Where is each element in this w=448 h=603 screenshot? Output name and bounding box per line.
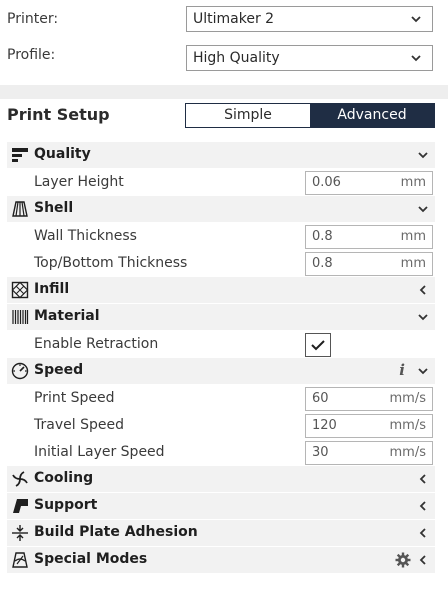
- mode-toggle: Simple Advanced: [185, 103, 435, 128]
- printer-profile-panel: Printer: Ultimaker 2 Profile: High Quali…: [0, 0, 448, 85]
- category-support[interactable]: Support: [7, 493, 435, 520]
- checkmark-icon: [311, 340, 325, 351]
- input-unit: mm/s: [389, 418, 426, 433]
- gear-icon[interactable]: [395, 552, 411, 568]
- category-infill[interactable]: Infill: [7, 277, 435, 304]
- settings-list: Quality Layer Height 0.06 mm Shell Wall …: [7, 142, 435, 574]
- chevron-down-icon: [411, 55, 421, 62]
- input-unit: mm: [400, 175, 426, 190]
- chevron-down-icon[interactable]: [417, 365, 429, 377]
- setting-label: Layer Height: [34, 174, 124, 190]
- category-material[interactable]: Material: [7, 304, 435, 331]
- travel-speed-input[interactable]: 120 mm/s: [305, 414, 433, 438]
- mode-advanced-button[interactable]: Advanced: [310, 104, 434, 127]
- special-modes-icon: [12, 552, 28, 568]
- category-label: Speed: [34, 362, 84, 378]
- category-special-modes[interactable]: Special Modes: [7, 547, 435, 574]
- print-speed-input[interactable]: 60 mm/s: [305, 387, 433, 411]
- setting-enable-retraction: Enable Retraction: [7, 331, 435, 358]
- printer-label: Printer:: [7, 11, 59, 27]
- setting-initial-layer-speed: Initial Layer Speed 30 mm/s: [7, 439, 435, 466]
- category-label: Support: [34, 497, 98, 513]
- initial-layer-speed-input[interactable]: 30 mm/s: [305, 441, 433, 465]
- category-label: Infill: [34, 281, 70, 297]
- printer-select[interactable]: Ultimaker 2: [186, 6, 433, 32]
- category-label: Cooling: [34, 470, 94, 486]
- setting-wall-thickness: Wall Thickness 0.8 mm: [7, 223, 435, 250]
- input-value: 30: [312, 445, 329, 460]
- category-cooling[interactable]: Cooling: [7, 466, 435, 493]
- chevron-left-icon[interactable]: [417, 473, 429, 485]
- input-unit: mm/s: [389, 391, 426, 406]
- category-label: Shell: [34, 200, 74, 216]
- chevron-down-icon[interactable]: [417, 311, 429, 323]
- profile-label: Profile:: [7, 47, 56, 63]
- speed-icon: [11, 362, 29, 380]
- input-value: 0.8: [312, 229, 333, 244]
- input-value: 120: [312, 418, 337, 433]
- separator: [0, 85, 448, 99]
- adhesion-icon: [12, 525, 28, 541]
- shell-icon: [12, 201, 28, 217]
- setting-travel-speed: Travel Speed 120 mm/s: [7, 412, 435, 439]
- setting-label: Enable Retraction: [34, 336, 159, 352]
- layer-height-input[interactable]: 0.06 mm: [305, 171, 433, 195]
- category-build-plate-adhesion[interactable]: Build Plate Adhesion: [7, 520, 435, 547]
- info-icon[interactable]: i: [399, 361, 405, 379]
- category-speed[interactable]: Speed i: [7, 358, 435, 385]
- chevron-down-icon: [411, 16, 421, 23]
- chevron-left-icon[interactable]: [417, 527, 429, 539]
- support-icon: [13, 499, 28, 513]
- setting-label: Top/Bottom Thickness: [34, 255, 188, 271]
- enable-retraction-checkbox[interactable]: [305, 333, 331, 357]
- mode-simple-button[interactable]: Simple: [186, 104, 310, 127]
- setting-label: Initial Layer Speed: [34, 444, 165, 460]
- input-unit: mm: [400, 229, 426, 244]
- input-value: 0.06: [312, 175, 341, 190]
- profile-select-value: High Quality: [193, 50, 280, 66]
- setting-label: Print Speed: [34, 390, 115, 406]
- setting-label: Wall Thickness: [34, 228, 137, 244]
- category-shell[interactable]: Shell: [7, 196, 435, 223]
- category-label: Quality: [34, 146, 91, 162]
- print-setup-title: Print Setup: [7, 105, 110, 124]
- quality-icon: [12, 148, 28, 162]
- setting-top-bottom-thickness: Top/Bottom Thickness 0.8 mm: [7, 250, 435, 277]
- wall-thickness-input[interactable]: 0.8 mm: [305, 225, 433, 249]
- input-unit: mm/s: [389, 445, 426, 460]
- setting-print-speed: Print Speed 60 mm/s: [7, 385, 435, 412]
- infill-icon: [11, 281, 29, 299]
- cooling-icon: [12, 471, 28, 487]
- material-icon: [12, 310, 29, 324]
- setting-label: Travel Speed: [34, 417, 124, 433]
- input-value: 60: [312, 391, 329, 406]
- setting-layer-height: Layer Height 0.06 mm: [7, 169, 435, 196]
- input-value: 0.8: [312, 256, 333, 271]
- input-unit: mm: [400, 256, 426, 271]
- profile-select[interactable]: High Quality: [186, 45, 433, 71]
- category-quality[interactable]: Quality: [7, 142, 435, 169]
- chevron-left-icon[interactable]: [417, 284, 429, 296]
- category-label: Material: [34, 308, 100, 324]
- chevron-left-icon[interactable]: [417, 554, 429, 566]
- category-label: Special Modes: [34, 551, 148, 567]
- chevron-down-icon[interactable]: [417, 203, 429, 215]
- category-label: Build Plate Adhesion: [34, 524, 198, 540]
- chevron-down-icon[interactable]: [417, 149, 429, 161]
- chevron-left-icon[interactable]: [417, 500, 429, 512]
- printer-select-value: Ultimaker 2: [193, 11, 275, 27]
- top-bottom-thickness-input[interactable]: 0.8 mm: [305, 252, 433, 276]
